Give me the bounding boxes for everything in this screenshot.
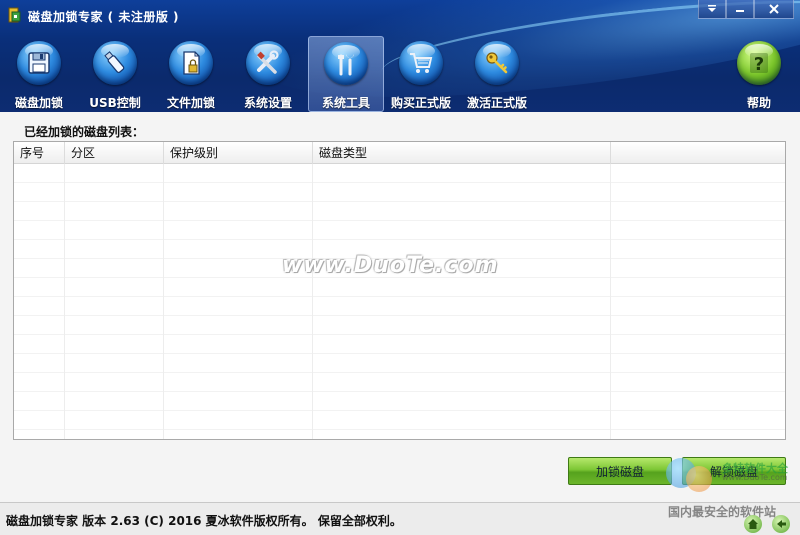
home-icon[interactable] — [744, 515, 762, 533]
table-row[interactable] — [14, 183, 785, 202]
locked-disk-list-title: 已经加锁的磁盘列表： — [24, 125, 145, 139]
table-row[interactable] — [14, 221, 785, 240]
tool-label: 磁盘加锁 — [14, 96, 63, 110]
back-arrow-icon[interactable] — [772, 515, 790, 533]
table-row[interactable] — [14, 297, 785, 316]
tool-label: 系统设置 — [243, 96, 292, 110]
header-banner: 磁盘加锁专家 ( 未注册版 ) 磁盘加锁 USB控制 文件加锁 系统设置 系统工… — [0, 0, 800, 112]
table-row[interactable] — [14, 202, 785, 221]
tool-label: 系统工具 — [321, 96, 370, 110]
status-bar: 磁盘加锁专家 版本 2.63 (C) 2016 夏冰软件版权所有。 保留全部权利… — [0, 502, 800, 535]
table-row[interactable] — [14, 164, 785, 183]
tool-label: USB控制 — [89, 96, 141, 110]
menu-icon[interactable] — [698, 0, 726, 19]
grid-line — [64, 164, 65, 439]
table-row[interactable] — [14, 278, 785, 297]
floppy-disk-icon — [17, 41, 61, 85]
usb-drive-icon — [93, 41, 137, 85]
table-row[interactable] — [14, 392, 785, 411]
watermark-text: www.DuoTe.com — [282, 253, 499, 278]
table-row[interactable] — [14, 335, 785, 354]
tool-usb-control[interactable]: USB控制 — [77, 36, 153, 112]
main-panel: 已经加锁的磁盘列表： 序号 分区 保护级别 磁盘类型 www.DuoTe.com… — [0, 112, 800, 502]
key-icon — [475, 41, 519, 85]
grid-line — [610, 164, 611, 439]
close-icon[interactable] — [754, 0, 794, 19]
tool-label: 文件加锁 — [166, 96, 215, 110]
tool-system-tools[interactable]: 系统工具 — [308, 36, 384, 112]
shopping-cart-icon — [399, 41, 443, 85]
table-row[interactable] — [14, 373, 785, 392]
lock-disk-button[interactable]: 加锁磁盘 — [568, 457, 672, 485]
app-logo-icon — [8, 7, 21, 23]
column-header-disk-type[interactable]: 磁盘类型 — [313, 142, 611, 164]
list-body — [14, 164, 785, 439]
column-header-partition[interactable]: 分区 — [65, 142, 164, 164]
minimize-icon[interactable] — [726, 0, 754, 19]
column-header-extra[interactable] — [611, 142, 785, 164]
tool-buy[interactable]: 购买正式版 — [383, 36, 459, 112]
help-icon: ? — [737, 41, 781, 85]
title-bar[interactable]: 磁盘加锁专家 ( 未注册版 ) — [0, 0, 800, 30]
tool-system-settings[interactable]: 系统设置 — [230, 36, 306, 112]
list-header: 序号 分区 保护级别 磁盘类型 — [14, 142, 785, 164]
wrench-tools-icon — [324, 42, 368, 85]
tool-label: 购买正式版 — [390, 96, 451, 110]
table-row[interactable] — [14, 411, 785, 430]
main-toolbar: 磁盘加锁 USB控制 文件加锁 系统设置 系统工具 购买正式版 激活正式版 ? … — [0, 34, 800, 112]
tool-label: 帮助 — [746, 96, 771, 110]
tool-file-lock[interactable]: 文件加锁 — [153, 36, 229, 112]
unlock-disk-button[interactable]: 解锁磁盘 — [682, 457, 786, 485]
tools-icon — [246, 41, 290, 85]
grid-line — [312, 164, 313, 439]
tool-label: 激活正式版 — [466, 96, 527, 110]
status-copyright: 磁盘加锁专家 版本 2.63 (C) 2016 夏冰软件版权所有。 保留全部权利… — [6, 514, 402, 528]
table-row[interactable] — [14, 430, 785, 439]
tool-help[interactable]: ? 帮助 — [721, 36, 797, 112]
locked-disk-list[interactable]: 序号 分区 保护级别 磁盘类型 — [13, 141, 786, 440]
column-header-index[interactable]: 序号 — [14, 142, 65, 164]
table-row[interactable] — [14, 354, 785, 373]
document-lock-icon — [169, 41, 213, 85]
grid-line — [163, 164, 164, 439]
tool-disk-lock[interactable]: 磁盘加锁 — [1, 36, 77, 112]
window-title: 磁盘加锁专家 ( 未注册版 ) — [28, 10, 180, 24]
svg-text:?: ? — [754, 54, 764, 75]
tool-activate[interactable]: 激活正式版 — [459, 36, 535, 112]
table-row[interactable] — [14, 316, 785, 335]
window-controls — [698, 0, 794, 20]
column-header-protection-level[interactable]: 保护级别 — [164, 142, 313, 164]
